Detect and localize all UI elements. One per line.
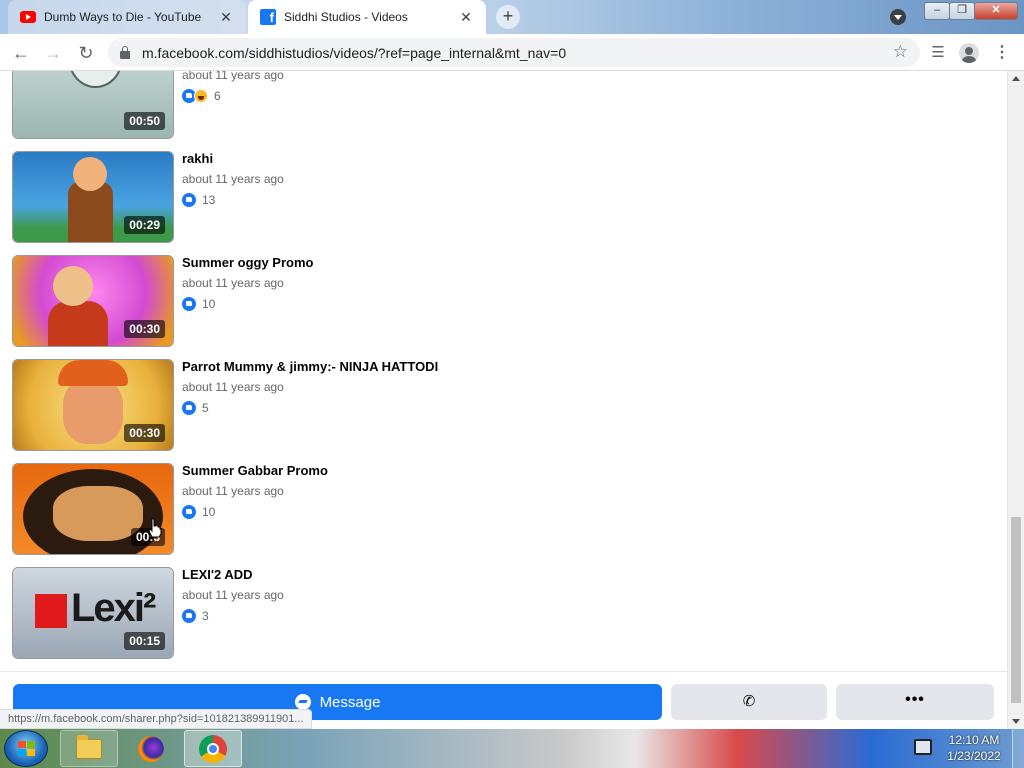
video-item[interactable]: 00:30 Parrot Mummy & jimmy:- NINJA HATTO… xyxy=(12,359,912,451)
firefox-icon xyxy=(138,735,164,762)
video-date: about 11 years ago xyxy=(182,588,284,602)
video-date: about 11 years ago xyxy=(182,380,284,394)
close-window-button[interactable]: ✕ xyxy=(974,2,1018,20)
like-icon xyxy=(182,401,196,415)
video-thumbnail[interactable]: 00:3 xyxy=(12,463,174,555)
tab-title: Siddhi Studios - Videos xyxy=(284,10,408,24)
video-duration: 00:29 xyxy=(124,216,165,234)
reaction-count: 3 xyxy=(202,609,209,623)
video-duration: 00:30 xyxy=(124,424,165,442)
taskbar-explorer[interactable] xyxy=(60,730,118,767)
tab-facebook-videos[interactable]: f Siddhi Studios - Videos ✕ xyxy=(248,0,486,34)
back-arrow-icon[interactable]: ← xyxy=(9,41,33,65)
video-reactions[interactable]: 5 xyxy=(182,401,209,415)
video-title[interactable]: LEXI'2 ADD xyxy=(182,567,253,582)
video-date: about 11 years ago xyxy=(182,172,284,186)
like-icon xyxy=(182,297,196,311)
new-tab-button[interactable]: + xyxy=(496,5,520,29)
video-thumbnail[interactable]: 00:30 xyxy=(12,255,174,347)
haha-icon xyxy=(194,89,208,103)
menu-kebab-icon[interactable]: ⋮ xyxy=(990,41,1014,65)
video-item[interactable]: 00:50 about 11 years ago 6 xyxy=(12,71,912,139)
reaction-count: 10 xyxy=(202,505,216,519)
video-thumbnail[interactable]: Lexi² 00:15 xyxy=(12,567,174,659)
start-button[interactable] xyxy=(4,730,48,767)
chrome-icon xyxy=(199,734,227,763)
video-item[interactable]: 00:3 Summer Gabbar Promo about 11 years … xyxy=(12,463,912,555)
maximize-button[interactable]: ❐ xyxy=(949,2,975,20)
close-tab-icon[interactable]: ✕ xyxy=(458,9,474,26)
close-tab-icon[interactable]: ✕ xyxy=(218,9,234,26)
taskbar-firefox[interactable] xyxy=(122,730,180,767)
hand-cursor-icon xyxy=(148,518,162,538)
windows-taskbar: 12:10 AM 1/23/2022 xyxy=(0,729,1024,768)
video-thumbnail[interactable]: 00:50 xyxy=(12,71,174,139)
vertical-scrollbar[interactable] xyxy=(1007,71,1024,729)
video-thumbnail[interactable]: 00:29 xyxy=(12,151,174,243)
tab-strip: Dumb Ways to Die - YouTube ✕ f Siddhi St… xyxy=(0,0,1024,34)
video-item[interactable]: 00:30 Summer oggy Promo about 11 years a… xyxy=(12,255,912,347)
video-item[interactable]: Lexi² 00:15 LEXI'2 ADD about 11 years ag… xyxy=(12,567,912,659)
address-bar[interactable]: m.facebook.com/siddhistudios/videos/?ref… xyxy=(108,38,920,67)
system-clock[interactable]: 12:10 AM 1/23/2022 xyxy=(944,732,1004,764)
video-title[interactable]: rakhi xyxy=(182,151,213,166)
video-reactions[interactable]: 10 xyxy=(182,297,215,311)
reaction-count: 5 xyxy=(202,401,209,415)
more-options-button[interactable]: ••• xyxy=(836,684,994,720)
video-item[interactable]: 00:29 rakhi about 11 years ago 13 xyxy=(12,151,912,243)
message-button-label: Message xyxy=(319,693,381,711)
show-desktop-button[interactable] xyxy=(1012,729,1024,768)
reload-icon[interactable]: ↻ xyxy=(74,41,98,65)
bookmark-star-icon[interactable]: ☆ xyxy=(893,42,908,62)
video-reactions[interactable]: 6 xyxy=(182,89,221,103)
phone-icon: ✆ xyxy=(742,693,756,710)
like-icon xyxy=(182,609,196,623)
scrollbar-thumb[interactable] xyxy=(1011,517,1021,703)
video-title[interactable]: Parrot Mummy & jimmy:- NINJA HATTODI xyxy=(182,359,438,374)
clock-time: 12:10 AM xyxy=(948,733,1000,747)
tab-title: Dumb Ways to Die - YouTube xyxy=(44,10,202,24)
youtube-icon xyxy=(20,9,36,25)
lock-icon xyxy=(120,45,130,59)
video-date: about 11 years ago xyxy=(182,276,284,290)
reaction-count: 13 xyxy=(202,193,216,207)
media-queue-icon[interactable]: ☰ xyxy=(926,41,950,65)
video-duration: 00:15 xyxy=(124,632,165,650)
reaction-count: 10 xyxy=(202,297,216,311)
lexi-logo-text: Lexi² xyxy=(71,586,156,630)
browser-toolbar: ← → ↻ m.facebook.com/siddhistudios/video… xyxy=(0,34,1024,71)
scroll-up-arrow-icon[interactable] xyxy=(1012,76,1020,81)
reaction-count: 6 xyxy=(214,89,221,103)
profile-avatar[interactable] xyxy=(957,41,981,65)
minimize-button[interactable]: – xyxy=(924,2,950,20)
url-text: m.facebook.com/siddhistudios/videos/?ref… xyxy=(142,44,567,61)
video-reactions[interactable]: 3 xyxy=(182,609,209,623)
video-title[interactable]: Summer Gabbar Promo xyxy=(182,463,328,478)
like-icon xyxy=(182,193,196,207)
video-date: about 11 years ago xyxy=(182,484,284,498)
video-date: about 11 years ago xyxy=(182,71,284,82)
messenger-icon xyxy=(294,694,311,710)
page-content: 00:50 about 11 years ago 6 00:29 rakhi a… xyxy=(0,71,1007,729)
taskbar-chrome[interactable] xyxy=(184,730,242,767)
clock-date: 1/23/2022 xyxy=(947,749,1001,763)
tab-youtube[interactable]: Dumb Ways to Die - YouTube ✕ xyxy=(8,0,246,34)
tab-search-icon[interactable] xyxy=(890,9,906,25)
status-bar-url: https://m.facebook.com/sharer.php?sid=10… xyxy=(0,709,313,729)
folder-icon xyxy=(76,734,102,759)
network-icon[interactable] xyxy=(914,739,932,755)
video-reactions[interactable]: 10 xyxy=(182,505,215,519)
like-icon xyxy=(182,505,196,519)
forward-arrow-icon[interactable]: → xyxy=(41,41,65,65)
video-reactions[interactable]: 13 xyxy=(182,193,215,207)
video-title[interactable]: Summer oggy Promo xyxy=(182,255,313,270)
facebook-icon: f xyxy=(260,9,276,25)
video-duration: 00:50 xyxy=(124,112,165,130)
call-button[interactable]: ✆ xyxy=(671,684,827,720)
scroll-down-arrow-icon[interactable] xyxy=(1012,719,1020,724)
video-duration: 00:30 xyxy=(124,320,165,338)
video-thumbnail[interactable]: 00:30 xyxy=(12,359,174,451)
windows-logo-icon xyxy=(18,741,36,757)
